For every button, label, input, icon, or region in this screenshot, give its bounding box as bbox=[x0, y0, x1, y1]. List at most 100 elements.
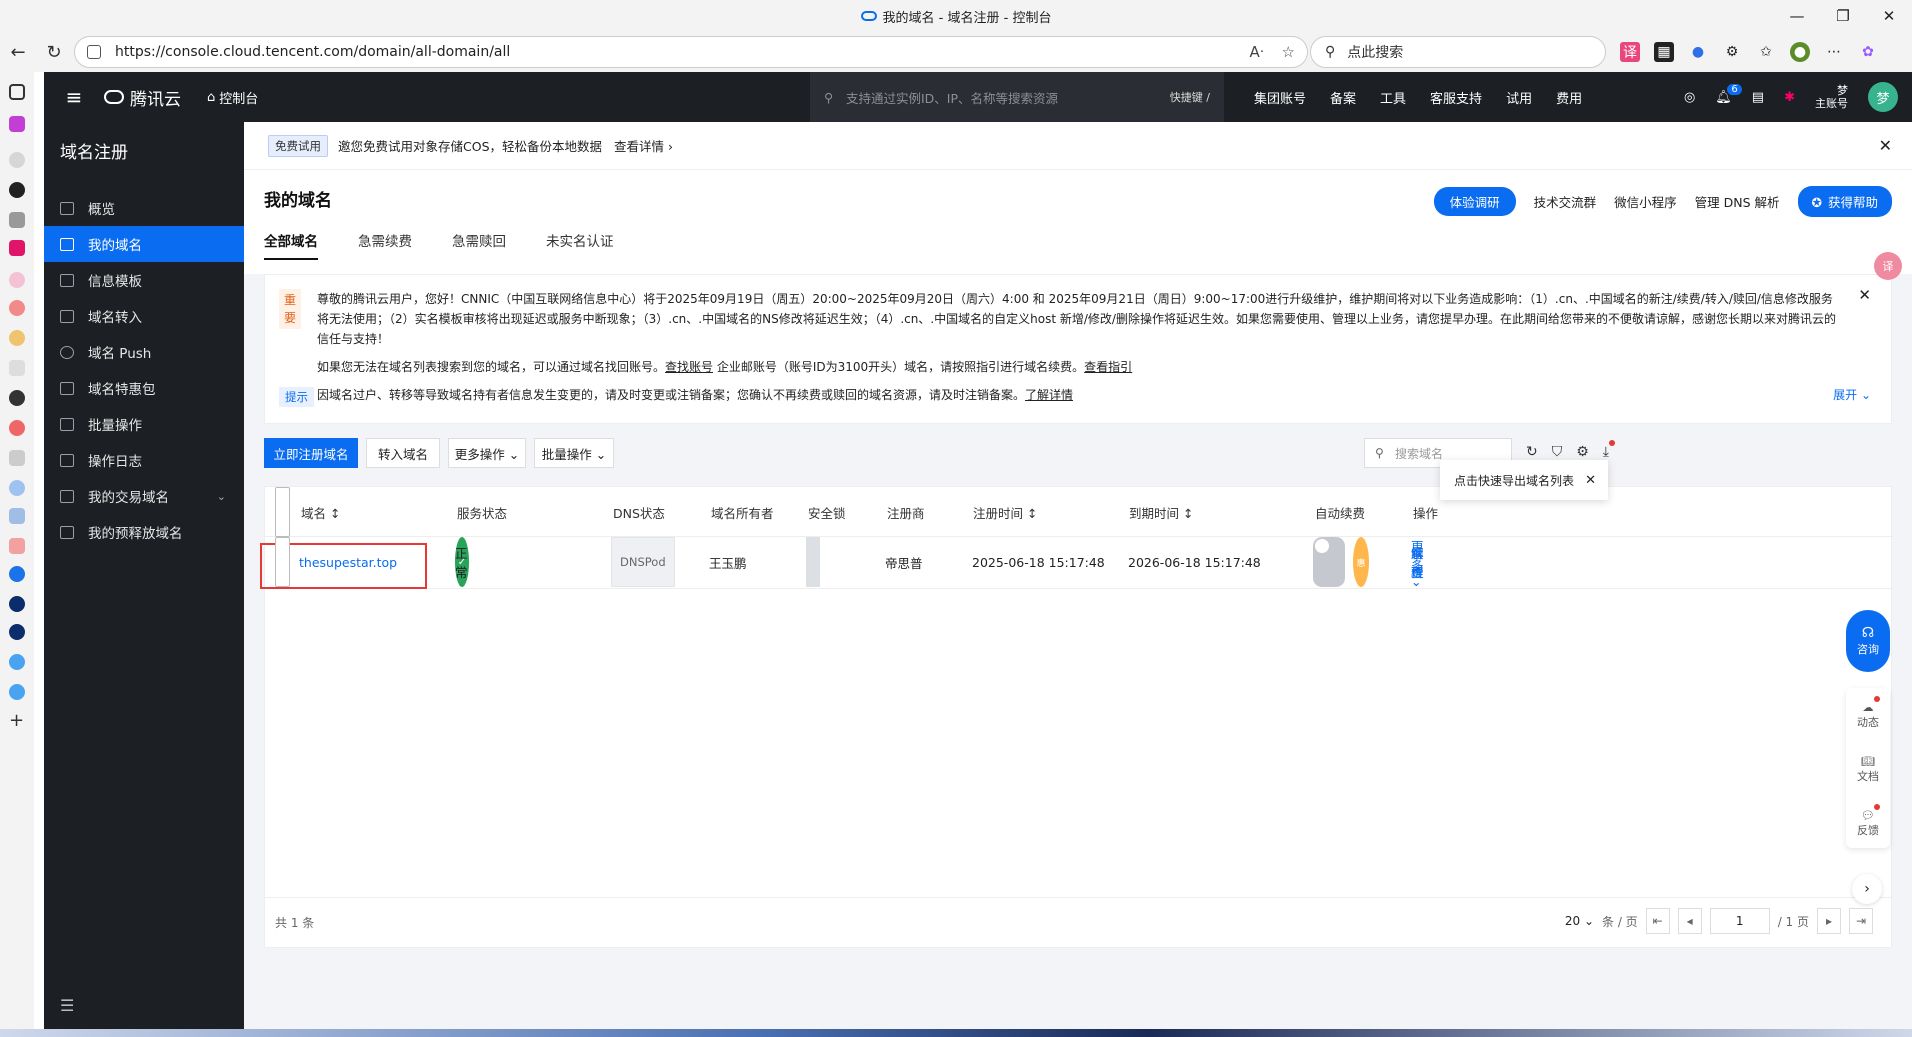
sidebar-item-prerelease[interactable]: 我的预释放域名 bbox=[44, 514, 244, 550]
survey-button[interactable]: 体验调研 bbox=[1433, 187, 1516, 216]
app-icon[interactable] bbox=[9, 480, 25, 496]
sidebar-item-templates[interactable]: 信息模板 bbox=[44, 262, 244, 298]
feedback-button[interactable]: 💬︎ 反馈 bbox=[1846, 796, 1890, 850]
nav-link-tools[interactable]: 工具 bbox=[1368, 88, 1418, 107]
sidebar-item-overview[interactable]: 概览 bbox=[44, 190, 244, 226]
sidebar-item-logs[interactable]: 操作日志 bbox=[44, 442, 244, 478]
download-icon[interactable]: ⤓ bbox=[1603, 440, 1615, 460]
github-icon[interactable] bbox=[9, 390, 25, 406]
close-icon[interactable]: ✕ bbox=[1585, 473, 1596, 488]
tech-group-link[interactable]: 技术交流群 bbox=[1534, 192, 1597, 211]
user-info[interactable]: 梦 主账号 bbox=[1815, 84, 1848, 110]
hamburger-menu-icon[interactable]: ≡ bbox=[44, 85, 104, 109]
app-icon[interactable] bbox=[9, 508, 25, 524]
sidebar-item-packages[interactable]: 域名特惠包 bbox=[44, 370, 244, 406]
collapse-sidebar-icon[interactable]: ☰ bbox=[60, 996, 74, 1015]
col-dns[interactable]: DNS状态 bbox=[613, 487, 665, 537]
profile-icon[interactable]: ● bbox=[1790, 42, 1810, 62]
get-help-button[interactable]: ✪ 获得帮助 bbox=[1797, 186, 1892, 217]
more-dropdown[interactable]: 更多 ⌄ bbox=[1411, 537, 1424, 589]
more-menu-icon[interactable]: ⋯ bbox=[1824, 42, 1844, 62]
avatar[interactable]: 梦 bbox=[1868, 82, 1898, 112]
consult-button[interactable]: ☊ 咨询 bbox=[1846, 610, 1890, 672]
site-info-icon[interactable] bbox=[87, 45, 101, 59]
app-icon[interactable] bbox=[9, 330, 25, 346]
refresh-icon[interactable]: ↻ bbox=[1526, 444, 1538, 460]
read-aloud-icon[interactable]: Aᐧ bbox=[1249, 43, 1263, 61]
app-icon[interactable] bbox=[9, 152, 25, 168]
tencent-cloud-app-icon[interactable] bbox=[9, 684, 25, 700]
copilot-icon[interactable]: ✿ bbox=[1858, 42, 1878, 62]
nav-link-billing[interactable]: 费用 bbox=[1544, 88, 1594, 107]
sidebar-item-transfer-in[interactable]: 域名转入 bbox=[44, 298, 244, 334]
resource-search-input[interactable]: ⚲ 支持通过实例ID、IP、名称等搜索资源 快捷键 / bbox=[810, 72, 1224, 122]
translate-ext-icon[interactable]: 译 bbox=[1620, 42, 1640, 62]
batch-actions-dropdown[interactable]: 批量操作 ⌄ bbox=[534, 438, 614, 468]
tab-unverified[interactable]: 未实名认证 bbox=[546, 230, 614, 260]
nav-link-support[interactable]: 客服支持 bbox=[1418, 88, 1494, 107]
last-page-button[interactable]: ⇥ bbox=[1849, 908, 1873, 934]
tab-need-renew[interactable]: 急需续费 bbox=[358, 230, 412, 260]
page-size-select[interactable]: 20 ⌄ bbox=[1565, 914, 1594, 928]
app-icon[interactable] bbox=[9, 624, 25, 640]
app-icon[interactable] bbox=[9, 596, 25, 612]
tab-need-redeem[interactable]: 急需赎回 bbox=[452, 230, 506, 260]
docs-button[interactable]: 📖︎ 文档 bbox=[1846, 742, 1890, 796]
app-icon[interactable] bbox=[9, 240, 25, 256]
orders-icon[interactable]: ▤ bbox=[1752, 90, 1764, 105]
ext-dot-icon[interactable]: ● bbox=[1688, 42, 1708, 62]
nav-link-group-account[interactable]: 集团账号 bbox=[1242, 88, 1318, 107]
chevron-right-icon[interactable]: › bbox=[1852, 874, 1882, 904]
app-icon[interactable] bbox=[9, 538, 25, 554]
close-icon[interactable]: ✕ bbox=[1858, 285, 1871, 305]
more-actions-dropdown[interactable]: 更多操作 ⌄ bbox=[448, 438, 526, 468]
promo-link[interactable]: 查看详情 › bbox=[614, 136, 673, 155]
restore-button[interactable]: ❐ bbox=[1820, 0, 1866, 32]
app-icon[interactable] bbox=[9, 182, 25, 198]
wechat-miniprogram-link[interactable]: 微信小程序 bbox=[1614, 192, 1677, 211]
app-icon[interactable] bbox=[9, 272, 25, 288]
close-icon[interactable]: ✕ bbox=[1879, 136, 1892, 155]
page-number-input[interactable]: 1 bbox=[1709, 908, 1770, 934]
domain-link[interactable]: thesupestar.top bbox=[299, 537, 397, 587]
refresh-button[interactable]: ↻ bbox=[36, 36, 72, 68]
nav-link-trial[interactable]: 试用 bbox=[1494, 88, 1544, 107]
tencent-cloud-logo[interactable]: 腾讯云 bbox=[104, 85, 181, 110]
view-guide-link[interactable]: 查看指引 bbox=[1084, 360, 1132, 374]
console-home-link[interactable]: ⌂ 控制台 bbox=[207, 88, 258, 107]
multicolor-app-icon[interactable]: ✱ bbox=[1784, 90, 1795, 105]
manage-dns-link[interactable]: 管理 DNS 解析 bbox=[1695, 192, 1780, 211]
bell-icon[interactable]: 🔔︎ 6 bbox=[1715, 83, 1742, 105]
first-page-button[interactable]: ⇤ bbox=[1645, 908, 1670, 934]
col-exp-time[interactable]: 到期时间 ↕ bbox=[1129, 487, 1193, 537]
register-domain-button[interactable]: 立即注册域名 bbox=[264, 438, 358, 468]
tencent-cloud-app-icon[interactable] bbox=[9, 654, 25, 670]
app-icon[interactable] bbox=[9, 360, 25, 376]
compass-icon[interactable]: ◎ bbox=[1684, 90, 1695, 105]
favorites-icon[interactable]: ✩ bbox=[1756, 42, 1776, 62]
app-icon[interactable] bbox=[9, 116, 25, 132]
app-icon[interactable] bbox=[9, 450, 25, 466]
news-button[interactable]: ☁ 动态 bbox=[1846, 688, 1890, 742]
tab-actions-icon[interactable] bbox=[9, 84, 25, 100]
col-reg-time[interactable]: 注册时间 ↕ bbox=[973, 487, 1037, 537]
app-icon[interactable] bbox=[9, 420, 25, 436]
minimize-button[interactable]: — bbox=[1774, 0, 1820, 32]
sidebar-item-trading[interactable]: 我的交易域名 ⌄ bbox=[44, 478, 244, 514]
app-icon[interactable] bbox=[9, 212, 25, 228]
find-account-link[interactable]: 查找账号 bbox=[665, 360, 713, 374]
learn-more-link[interactable]: 了解详情 bbox=[1025, 388, 1073, 402]
translate-float-icon[interactable]: 译 bbox=[1874, 252, 1902, 280]
extensions-icon[interactable]: ⚙ bbox=[1722, 42, 1742, 62]
expand-button[interactable]: 展开 ⌄ bbox=[1833, 385, 1871, 405]
filter-icon[interactable]: ⛉ bbox=[1552, 444, 1563, 460]
close-window-button[interactable]: ✕ bbox=[1866, 0, 1912, 32]
nav-link-icp[interactable]: 备案 bbox=[1318, 88, 1368, 107]
sidebar-item-push[interactable]: 域名 Push bbox=[44, 334, 244, 370]
prev-page-button[interactable]: ◂ bbox=[1677, 908, 1702, 934]
browser-search-box[interactable]: ⚲ 点此搜索 bbox=[1310, 36, 1606, 68]
col-domain[interactable]: 域名 ↕ bbox=[301, 487, 340, 537]
add-icon[interactable]: + bbox=[9, 712, 25, 730]
tab-all-domains[interactable]: 全部域名 bbox=[264, 230, 318, 260]
app-icon[interactable] bbox=[9, 300, 25, 316]
